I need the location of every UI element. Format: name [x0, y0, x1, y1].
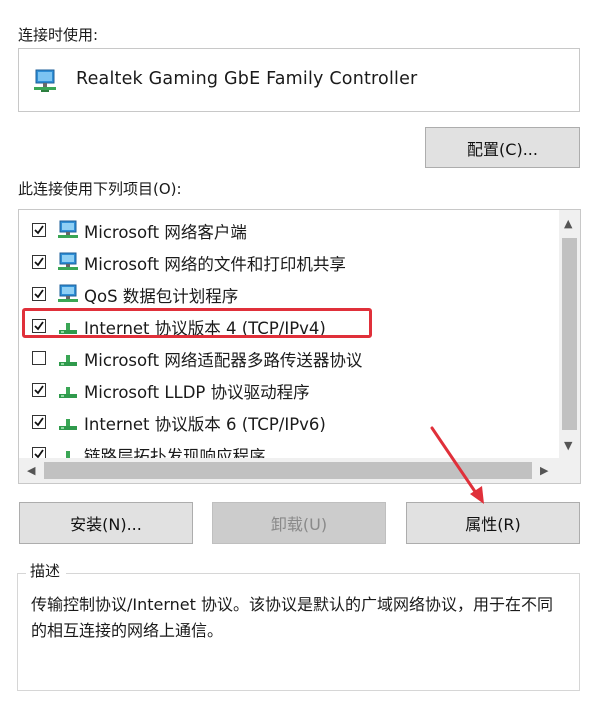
adapter-box: Realtek Gaming GbE Family Controller [18, 48, 580, 112]
install-button[interactable]: 安装(N)... [19, 502, 193, 544]
scroll-right-icon[interactable]: ▶ [540, 465, 548, 476]
item-checkbox[interactable] [32, 351, 46, 365]
protocol-icon [57, 348, 79, 368]
list-item[interactable]: Microsoft 网络客户端 [19, 214, 559, 246]
item-checkbox[interactable] [32, 255, 46, 269]
vertical-scrollbar[interactable]: ▲ ▼ [559, 210, 580, 458]
network-client-icon [57, 252, 79, 272]
red-arrow-icon [430, 426, 484, 504]
configure-button[interactable]: 配置(C)... [425, 127, 580, 168]
items-label: 此连接使用下列项目(O): [18, 180, 182, 198]
list-item[interactable]: Microsoft LLDP 协议驱动程序 [19, 374, 559, 406]
list-item[interactable]: QoS 数据包计划程序 [19, 278, 559, 310]
description-text: 传输控制协议/Internet 协议。该协议是默认的广域网络协议，用于在不同的相… [31, 595, 554, 640]
item-checkbox[interactable] [32, 415, 46, 429]
vertical-scroll-thumb[interactable] [562, 238, 577, 430]
item-checkbox[interactable] [32, 223, 46, 237]
item-label: Microsoft 网络客户端 [84, 223, 247, 242]
item-checkbox[interactable] [32, 287, 46, 301]
protocol-icon [57, 444, 79, 458]
highlight-box [22, 308, 372, 338]
item-checkbox[interactable] [32, 447, 46, 458]
item-label: Internet 协议版本 6 (TCP/IPv6) [84, 415, 326, 434]
connect-using-label: 连接时使用: [18, 26, 99, 44]
scroll-up-icon[interactable]: ▲ [564, 218, 572, 229]
item-label: Microsoft 网络适配器多路传送器协议 [84, 351, 363, 370]
network-client-icon [57, 220, 79, 240]
list-item[interactable]: Microsoft 网络适配器多路传送器协议 [19, 342, 559, 374]
scroll-left-icon[interactable]: ◀ [27, 465, 35, 476]
network-client-icon [57, 284, 79, 304]
item-label: Microsoft 网络的文件和打印机共享 [84, 255, 346, 274]
protocol-icon [57, 380, 79, 400]
item-label: 链路层拓扑发现响应程序 [84, 447, 266, 458]
item-checkbox[interactable] [32, 383, 46, 397]
uninstall-button[interactable]: 卸载(U) [212, 502, 386, 544]
item-label: Microsoft LLDP 协议驱动程序 [84, 383, 310, 402]
scrollbar-corner [559, 458, 580, 483]
network-adapter-icon [33, 69, 59, 93]
item-label: QoS 数据包计划程序 [84, 287, 239, 306]
description-title: 描述 [26, 560, 67, 581]
protocol-icon [57, 412, 79, 432]
list-item[interactable]: Microsoft 网络的文件和打印机共享 [19, 246, 559, 278]
scroll-down-icon[interactable]: ▼ [564, 440, 572, 451]
adapter-name: Realtek Gaming GbE Family Controller [76, 69, 418, 89]
